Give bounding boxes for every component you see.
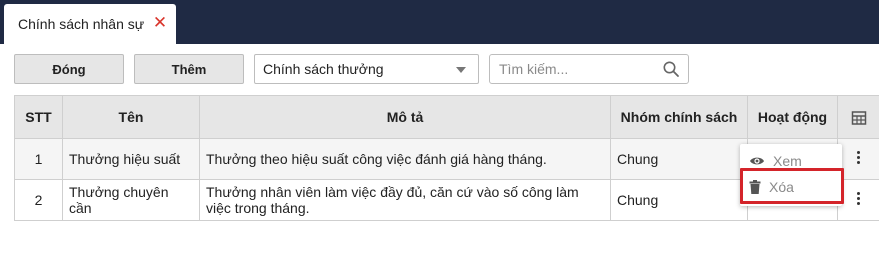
cell-group: Chung	[610, 179, 748, 221]
tab-chinh-sach-nhan-su[interactable]: Chính sách nhân sự ✕	[4, 4, 176, 44]
table-header-row: STT Tên Mô tả Nhóm chính sách Hoạt động	[14, 95, 879, 139]
cell-description: Thưởng theo hiệu suất công việc đánh giá…	[199, 138, 611, 180]
column-header-name[interactable]: Tên	[62, 95, 200, 139]
column-header-group[interactable]: Nhóm chính sách	[610, 95, 748, 139]
top-tab-bar: Chính sách nhân sự ✕	[0, 0, 879, 44]
add-button[interactable]: Thêm	[134, 54, 244, 84]
column-header-description[interactable]: Mô tả	[199, 95, 611, 139]
column-header-stt[interactable]: STT	[14, 95, 63, 139]
cell-description: Thưởng nhân viên làm việc đầy đủ, căn cứ…	[199, 179, 611, 221]
view-label: Xem	[773, 153, 802, 169]
eye-icon	[750, 157, 764, 165]
policy-type-select[interactable]: Chính sách thưởng	[254, 54, 479, 84]
table-settings-icon[interactable]	[851, 110, 867, 126]
caret-down-icon	[456, 67, 466, 73]
kebab-menu-icon[interactable]	[857, 190, 861, 207]
column-settings-cell	[837, 95, 879, 139]
cell-name: Thưởng chuyên cần	[62, 179, 200, 221]
close-button[interactable]: Đóng	[14, 54, 124, 84]
cell-stt: 2	[14, 179, 63, 221]
tab-label: Chính sách nhân sự	[18, 16, 145, 32]
cell-name: Thưởng hiệu suất	[62, 138, 200, 180]
column-header-actions: Hoạt động	[747, 95, 838, 139]
search-input[interactable]	[489, 54, 689, 84]
close-icon[interactable]: ✕	[152, 14, 168, 32]
delete-highlight-box	[740, 168, 844, 204]
cell-group: Chung	[610, 138, 748, 180]
policy-type-select-value: Chính sách thưởng	[263, 61, 384, 77]
cell-stt: 1	[14, 138, 63, 180]
search-icon[interactable]	[662, 60, 680, 78]
kebab-menu-icon[interactable]	[857, 149, 861, 166]
